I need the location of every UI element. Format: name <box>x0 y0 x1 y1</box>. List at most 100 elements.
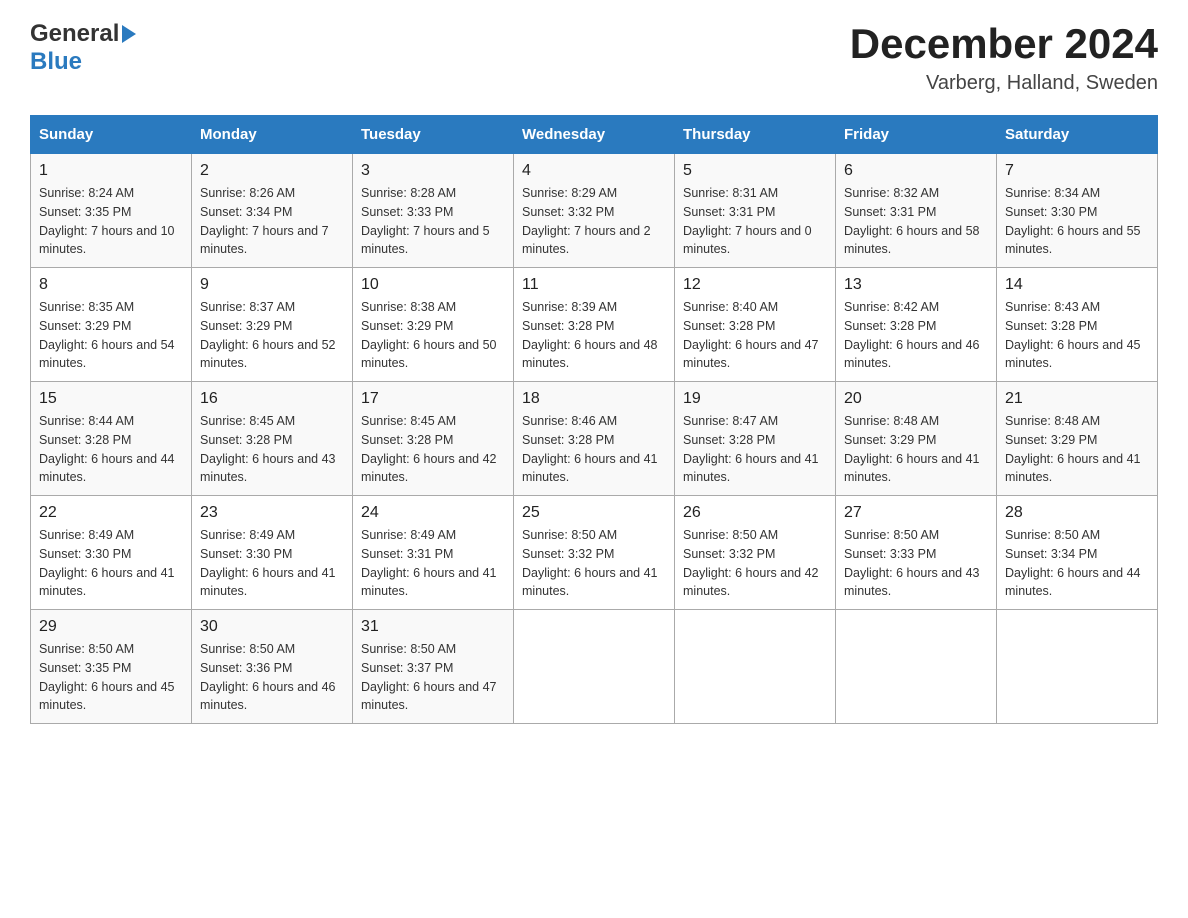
calendar-day-cell: 21 Sunrise: 8:48 AM Sunset: 3:29 PM Dayl… <box>997 382 1158 496</box>
day-info: Sunrise: 8:37 AM Sunset: 3:29 PM Dayligh… <box>200 298 344 373</box>
day-number: 30 <box>200 618 344 636</box>
day-info: Sunrise: 8:49 AM Sunset: 3:30 PM Dayligh… <box>39 526 183 601</box>
day-number: 26 <box>683 504 827 522</box>
day-number: 19 <box>683 390 827 408</box>
logo-general-text: General <box>30 20 119 48</box>
calendar-day-cell: 26 Sunrise: 8:50 AM Sunset: 3:32 PM Dayl… <box>675 496 836 610</box>
day-info: Sunrise: 8:38 AM Sunset: 3:29 PM Dayligh… <box>361 298 505 373</box>
calendar-week-row: 8 Sunrise: 8:35 AM Sunset: 3:29 PM Dayli… <box>31 268 1158 382</box>
calendar-day-cell: 8 Sunrise: 8:35 AM Sunset: 3:29 PM Dayli… <box>31 268 192 382</box>
calendar-day-cell <box>997 610 1158 724</box>
calendar-day-cell: 6 Sunrise: 8:32 AM Sunset: 3:31 PM Dayli… <box>836 154 997 268</box>
calendar-day-cell: 18 Sunrise: 8:46 AM Sunset: 3:28 PM Dayl… <box>514 382 675 496</box>
calendar-day-cell: 12 Sunrise: 8:40 AM Sunset: 3:28 PM Dayl… <box>675 268 836 382</box>
weekday-header-sunday: Sunday <box>31 116 192 154</box>
calendar-day-cell: 25 Sunrise: 8:50 AM Sunset: 3:32 PM Dayl… <box>514 496 675 610</box>
calendar-day-cell: 3 Sunrise: 8:28 AM Sunset: 3:33 PM Dayli… <box>353 154 514 268</box>
calendar-day-cell: 24 Sunrise: 8:49 AM Sunset: 3:31 PM Dayl… <box>353 496 514 610</box>
day-number: 28 <box>1005 504 1149 522</box>
day-info: Sunrise: 8:48 AM Sunset: 3:29 PM Dayligh… <box>844 412 988 487</box>
weekday-header-thursday: Thursday <box>675 116 836 154</box>
calendar-day-cell: 29 Sunrise: 8:50 AM Sunset: 3:35 PM Dayl… <box>31 610 192 724</box>
day-info: Sunrise: 8:29 AM Sunset: 3:32 PM Dayligh… <box>522 184 666 259</box>
weekday-header-row: SundayMondayTuesdayWednesdayThursdayFrid… <box>31 116 1158 154</box>
calendar-day-cell: 7 Sunrise: 8:34 AM Sunset: 3:30 PM Dayli… <box>997 154 1158 268</box>
day-info: Sunrise: 8:34 AM Sunset: 3:30 PM Dayligh… <box>1005 184 1149 259</box>
day-info: Sunrise: 8:50 AM Sunset: 3:32 PM Dayligh… <box>522 526 666 601</box>
day-info: Sunrise: 8:50 AM Sunset: 3:34 PM Dayligh… <box>1005 526 1149 601</box>
calendar-table: SundayMondayTuesdayWednesdayThursdayFrid… <box>30 115 1158 724</box>
day-info: Sunrise: 8:43 AM Sunset: 3:28 PM Dayligh… <box>1005 298 1149 373</box>
day-number: 27 <box>844 504 988 522</box>
day-number: 29 <box>39 618 183 636</box>
day-number: 6 <box>844 162 988 180</box>
day-info: Sunrise: 8:50 AM Sunset: 3:32 PM Dayligh… <box>683 526 827 601</box>
weekday-header-friday: Friday <box>836 116 997 154</box>
day-info: Sunrise: 8:50 AM Sunset: 3:36 PM Dayligh… <box>200 640 344 715</box>
calendar-title: December 2024 <box>850 20 1158 68</box>
calendar-day-cell <box>675 610 836 724</box>
calendar-body: 1 Sunrise: 8:24 AM Sunset: 3:35 PM Dayli… <box>31 154 1158 724</box>
calendar-day-cell: 11 Sunrise: 8:39 AM Sunset: 3:28 PM Dayl… <box>514 268 675 382</box>
day-info: Sunrise: 8:39 AM Sunset: 3:28 PM Dayligh… <box>522 298 666 373</box>
calendar-day-cell: 22 Sunrise: 8:49 AM Sunset: 3:30 PM Dayl… <box>31 496 192 610</box>
day-info: Sunrise: 8:49 AM Sunset: 3:31 PM Dayligh… <box>361 526 505 601</box>
calendar-day-cell: 31 Sunrise: 8:50 AM Sunset: 3:37 PM Dayl… <box>353 610 514 724</box>
day-number: 2 <box>200 162 344 180</box>
title-block: December 2024 Varberg, Halland, Sweden <box>850 20 1158 95</box>
logo-arrow-icon <box>122 25 136 43</box>
day-info: Sunrise: 8:26 AM Sunset: 3:34 PM Dayligh… <box>200 184 344 259</box>
day-info: Sunrise: 8:48 AM Sunset: 3:29 PM Dayligh… <box>1005 412 1149 487</box>
day-number: 14 <box>1005 276 1149 294</box>
day-number: 31 <box>361 618 505 636</box>
day-number: 17 <box>361 390 505 408</box>
day-info: Sunrise: 8:31 AM Sunset: 3:31 PM Dayligh… <box>683 184 827 259</box>
day-info: Sunrise: 8:45 AM Sunset: 3:28 PM Dayligh… <box>200 412 344 487</box>
calendar-week-row: 29 Sunrise: 8:50 AM Sunset: 3:35 PM Dayl… <box>31 610 1158 724</box>
calendar-week-row: 22 Sunrise: 8:49 AM Sunset: 3:30 PM Dayl… <box>31 496 1158 610</box>
calendar-day-cell: 4 Sunrise: 8:29 AM Sunset: 3:32 PM Dayli… <box>514 154 675 268</box>
calendar-day-cell: 9 Sunrise: 8:37 AM Sunset: 3:29 PM Dayli… <box>192 268 353 382</box>
page-header: General Blue December 2024 Varberg, Hall… <box>30 20 1158 95</box>
calendar-day-cell: 19 Sunrise: 8:47 AM Sunset: 3:28 PM Dayl… <box>675 382 836 496</box>
calendar-day-cell: 2 Sunrise: 8:26 AM Sunset: 3:34 PM Dayli… <box>192 154 353 268</box>
calendar-day-cell <box>836 610 997 724</box>
calendar-day-cell: 27 Sunrise: 8:50 AM Sunset: 3:33 PM Dayl… <box>836 496 997 610</box>
weekday-header-saturday: Saturday <box>997 116 1158 154</box>
calendar-day-cell: 15 Sunrise: 8:44 AM Sunset: 3:28 PM Dayl… <box>31 382 192 496</box>
day-number: 25 <box>522 504 666 522</box>
calendar-day-cell: 17 Sunrise: 8:45 AM Sunset: 3:28 PM Dayl… <box>353 382 514 496</box>
calendar-day-cell: 13 Sunrise: 8:42 AM Sunset: 3:28 PM Dayl… <box>836 268 997 382</box>
logo: General Blue <box>30 20 136 76</box>
calendar-day-cell: 16 Sunrise: 8:45 AM Sunset: 3:28 PM Dayl… <box>192 382 353 496</box>
day-number: 5 <box>683 162 827 180</box>
weekday-header-wednesday: Wednesday <box>514 116 675 154</box>
calendar-week-row: 15 Sunrise: 8:44 AM Sunset: 3:28 PM Dayl… <box>31 382 1158 496</box>
calendar-header: SundayMondayTuesdayWednesdayThursdayFrid… <box>31 116 1158 154</box>
day-number: 11 <box>522 276 666 294</box>
day-number: 4 <box>522 162 666 180</box>
calendar-subtitle: Varberg, Halland, Sweden <box>850 72 1158 95</box>
day-info: Sunrise: 8:32 AM Sunset: 3:31 PM Dayligh… <box>844 184 988 259</box>
day-info: Sunrise: 8:49 AM Sunset: 3:30 PM Dayligh… <box>200 526 344 601</box>
day-info: Sunrise: 8:42 AM Sunset: 3:28 PM Dayligh… <box>844 298 988 373</box>
day-info: Sunrise: 8:50 AM Sunset: 3:35 PM Dayligh… <box>39 640 183 715</box>
day-number: 20 <box>844 390 988 408</box>
calendar-day-cell: 5 Sunrise: 8:31 AM Sunset: 3:31 PM Dayli… <box>675 154 836 268</box>
day-info: Sunrise: 8:28 AM Sunset: 3:33 PM Dayligh… <box>361 184 505 259</box>
calendar-day-cell <box>514 610 675 724</box>
day-info: Sunrise: 8:50 AM Sunset: 3:33 PM Dayligh… <box>844 526 988 601</box>
day-number: 13 <box>844 276 988 294</box>
day-info: Sunrise: 8:45 AM Sunset: 3:28 PM Dayligh… <box>361 412 505 487</box>
day-info: Sunrise: 8:35 AM Sunset: 3:29 PM Dayligh… <box>39 298 183 373</box>
day-info: Sunrise: 8:44 AM Sunset: 3:28 PM Dayligh… <box>39 412 183 487</box>
day-number: 12 <box>683 276 827 294</box>
day-number: 3 <box>361 162 505 180</box>
calendar-day-cell: 20 Sunrise: 8:48 AM Sunset: 3:29 PM Dayl… <box>836 382 997 496</box>
day-info: Sunrise: 8:24 AM Sunset: 3:35 PM Dayligh… <box>39 184 183 259</box>
day-number: 1 <box>39 162 183 180</box>
weekday-header-tuesday: Tuesday <box>353 116 514 154</box>
calendar-day-cell: 23 Sunrise: 8:49 AM Sunset: 3:30 PM Dayl… <box>192 496 353 610</box>
day-info: Sunrise: 8:40 AM Sunset: 3:28 PM Dayligh… <box>683 298 827 373</box>
day-number: 10 <box>361 276 505 294</box>
